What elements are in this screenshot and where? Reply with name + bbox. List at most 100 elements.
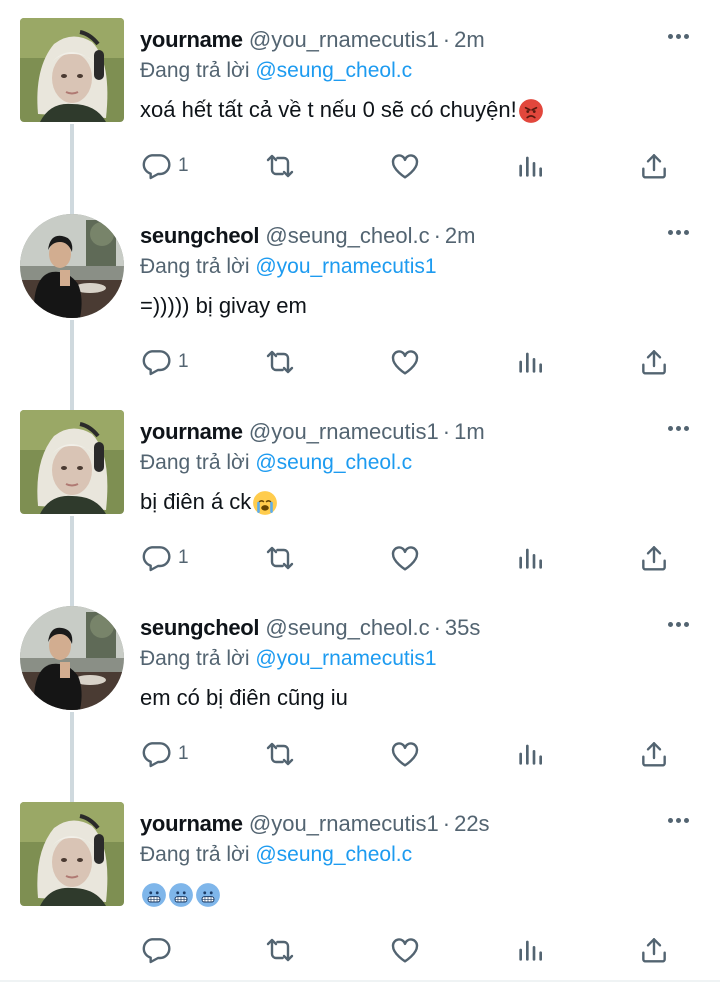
retweet-button[interactable] [264, 342, 296, 382]
mention-link[interactable]: @seung_cheol.c [255, 451, 412, 474]
mention-link[interactable]: @you_rnamecutis1 [255, 647, 436, 670]
replying-to: Đang trả lời @seung_cheol.c [140, 840, 412, 870]
user-handle[interactable]: @you_rnamecutis1 [249, 419, 439, 444]
timestamp[interactable]: 35s [445, 615, 480, 640]
reply-count: 1 [178, 743, 189, 764]
like-button[interactable] [389, 734, 421, 774]
reply-icon [140, 934, 172, 966]
cold-face-emoji [168, 882, 194, 908]
tweet-header: yourname @you_rnamecutis1 · 22s [140, 808, 490, 840]
timestamp[interactable]: 1m [454, 419, 485, 444]
tweet[interactable]: yourname @you_rnamecutis1 · 22s Đang trả lờ… [0, 784, 720, 980]
reply-button[interactable] [140, 930, 178, 970]
avatar[interactable] [20, 802, 124, 906]
action-bar: 1 [0, 146, 720, 186]
tweet[interactable]: yourname @you_rnamecutis1 · 2m Đang trả lời… [0, 0, 720, 196]
reply-icon [140, 346, 172, 378]
retweet-icon [264, 542, 296, 574]
replying-label: Đang trả lời [140, 59, 250, 82]
views-button[interactable] [514, 342, 546, 382]
avatar[interactable] [20, 410, 124, 514]
retweet-icon [264, 150, 296, 182]
share-button[interactable] [638, 146, 670, 186]
share-button[interactable] [638, 342, 670, 382]
views-button[interactable] [514, 734, 546, 774]
separator: · [433, 615, 441, 640]
retweet-button[interactable] [264, 146, 296, 186]
views-button[interactable] [514, 146, 546, 186]
share-icon [638, 738, 670, 770]
views-icon [514, 542, 546, 574]
avatar[interactable] [20, 214, 124, 318]
replying-to: Đang trả lời @you_rnamecutis1 [140, 644, 437, 674]
user-handle[interactable]: @seung_cheol.c [265, 615, 429, 640]
tweet-body: =))))) bị givay em [140, 293, 307, 318]
like-button[interactable] [389, 930, 421, 970]
retweet-button[interactable] [264, 930, 296, 970]
tweet-header: yourname @you_rnamecutis1 · 1m [140, 416, 485, 448]
replying-to: Đang trả lời @seung_cheol.c [140, 448, 412, 478]
tweet[interactable]: yourname @you_rnamecutis1 · 1m Đang trả lời… [0, 392, 720, 588]
display-name[interactable]: yourname [140, 27, 243, 52]
user-handle[interactable]: @seung_cheol.c [265, 223, 429, 248]
reply-button[interactable]: 1 [140, 342, 189, 382]
tweet[interactable]: seungcheol @seung_cheol.c · 35s Đang trả lờ… [0, 588, 720, 784]
tweet-header: seungcheol @seung_cheol.c · 35s [140, 612, 480, 644]
reply-icon [140, 542, 172, 574]
tweet-text [140, 878, 221, 910]
share-icon [638, 542, 670, 574]
more-icon[interactable] [660, 416, 696, 440]
more-icon[interactable] [660, 24, 696, 48]
tweet-body: xoá hết tất cả về t nếu 0 sẽ có chuyện! [140, 97, 517, 122]
separator: · [442, 419, 451, 444]
avatar[interactable] [20, 18, 124, 122]
views-icon [514, 346, 546, 378]
share-button[interactable] [638, 930, 670, 970]
like-button[interactable] [389, 146, 421, 186]
share-button[interactable] [638, 538, 670, 578]
action-bar [0, 930, 720, 970]
retweet-button[interactable] [264, 538, 296, 578]
display-name[interactable]: seungcheol [140, 223, 260, 248]
tweet[interactable]: seungcheol @seung_cheol.c · 2m Đang trả lời… [0, 196, 720, 392]
mention-link[interactable]: @seung_cheol.c [255, 59, 412, 82]
reply-icon [140, 150, 172, 182]
retweet-button[interactable] [264, 734, 296, 774]
mention-link[interactable]: @you_rnamecutis1 [255, 255, 436, 278]
display-name[interactable]: yourname [140, 811, 243, 836]
timestamp[interactable]: 22s [454, 811, 489, 836]
more-icon[interactable] [660, 808, 696, 832]
user-handle[interactable]: @you_rnamecutis1 [249, 27, 439, 52]
user-handle[interactable]: @you_rnamecutis1 [249, 811, 439, 836]
mention-link[interactable]: @seung_cheol.c [255, 843, 412, 866]
reply-button[interactable]: 1 [140, 538, 189, 578]
display-name[interactable]: seungcheol [140, 615, 260, 640]
reply-button[interactable]: 1 [140, 734, 189, 774]
share-icon [638, 346, 670, 378]
like-button[interactable] [389, 538, 421, 578]
divider [0, 980, 720, 982]
reply-count: 1 [178, 547, 189, 568]
action-bar: 1 [0, 538, 720, 578]
timestamp[interactable]: 2m [445, 223, 476, 248]
timestamp[interactable]: 2m [454, 27, 485, 52]
like-icon [389, 738, 421, 770]
like-button[interactable] [389, 342, 421, 382]
action-bar: 1 [0, 342, 720, 382]
views-button[interactable] [514, 538, 546, 578]
retweet-icon [264, 738, 296, 770]
views-icon [514, 934, 546, 966]
tweet-header: seungcheol @seung_cheol.c · 2m [140, 220, 475, 252]
replying-label: Đang trả lời [140, 451, 250, 474]
angry-face-emoji [518, 98, 544, 124]
views-button[interactable] [514, 930, 546, 970]
avatar[interactable] [20, 606, 124, 710]
cold-face-emoji [141, 882, 167, 908]
display-name[interactable]: yourname [140, 419, 243, 444]
replying-label: Đang trả lời [140, 843, 250, 866]
share-button[interactable] [638, 734, 670, 774]
reply-button[interactable]: 1 [140, 146, 189, 186]
more-icon[interactable] [660, 612, 696, 636]
more-icon[interactable] [660, 220, 696, 244]
tweet-text: xoá hết tất cả về t nếu 0 sẽ có chuyện! [140, 94, 544, 126]
